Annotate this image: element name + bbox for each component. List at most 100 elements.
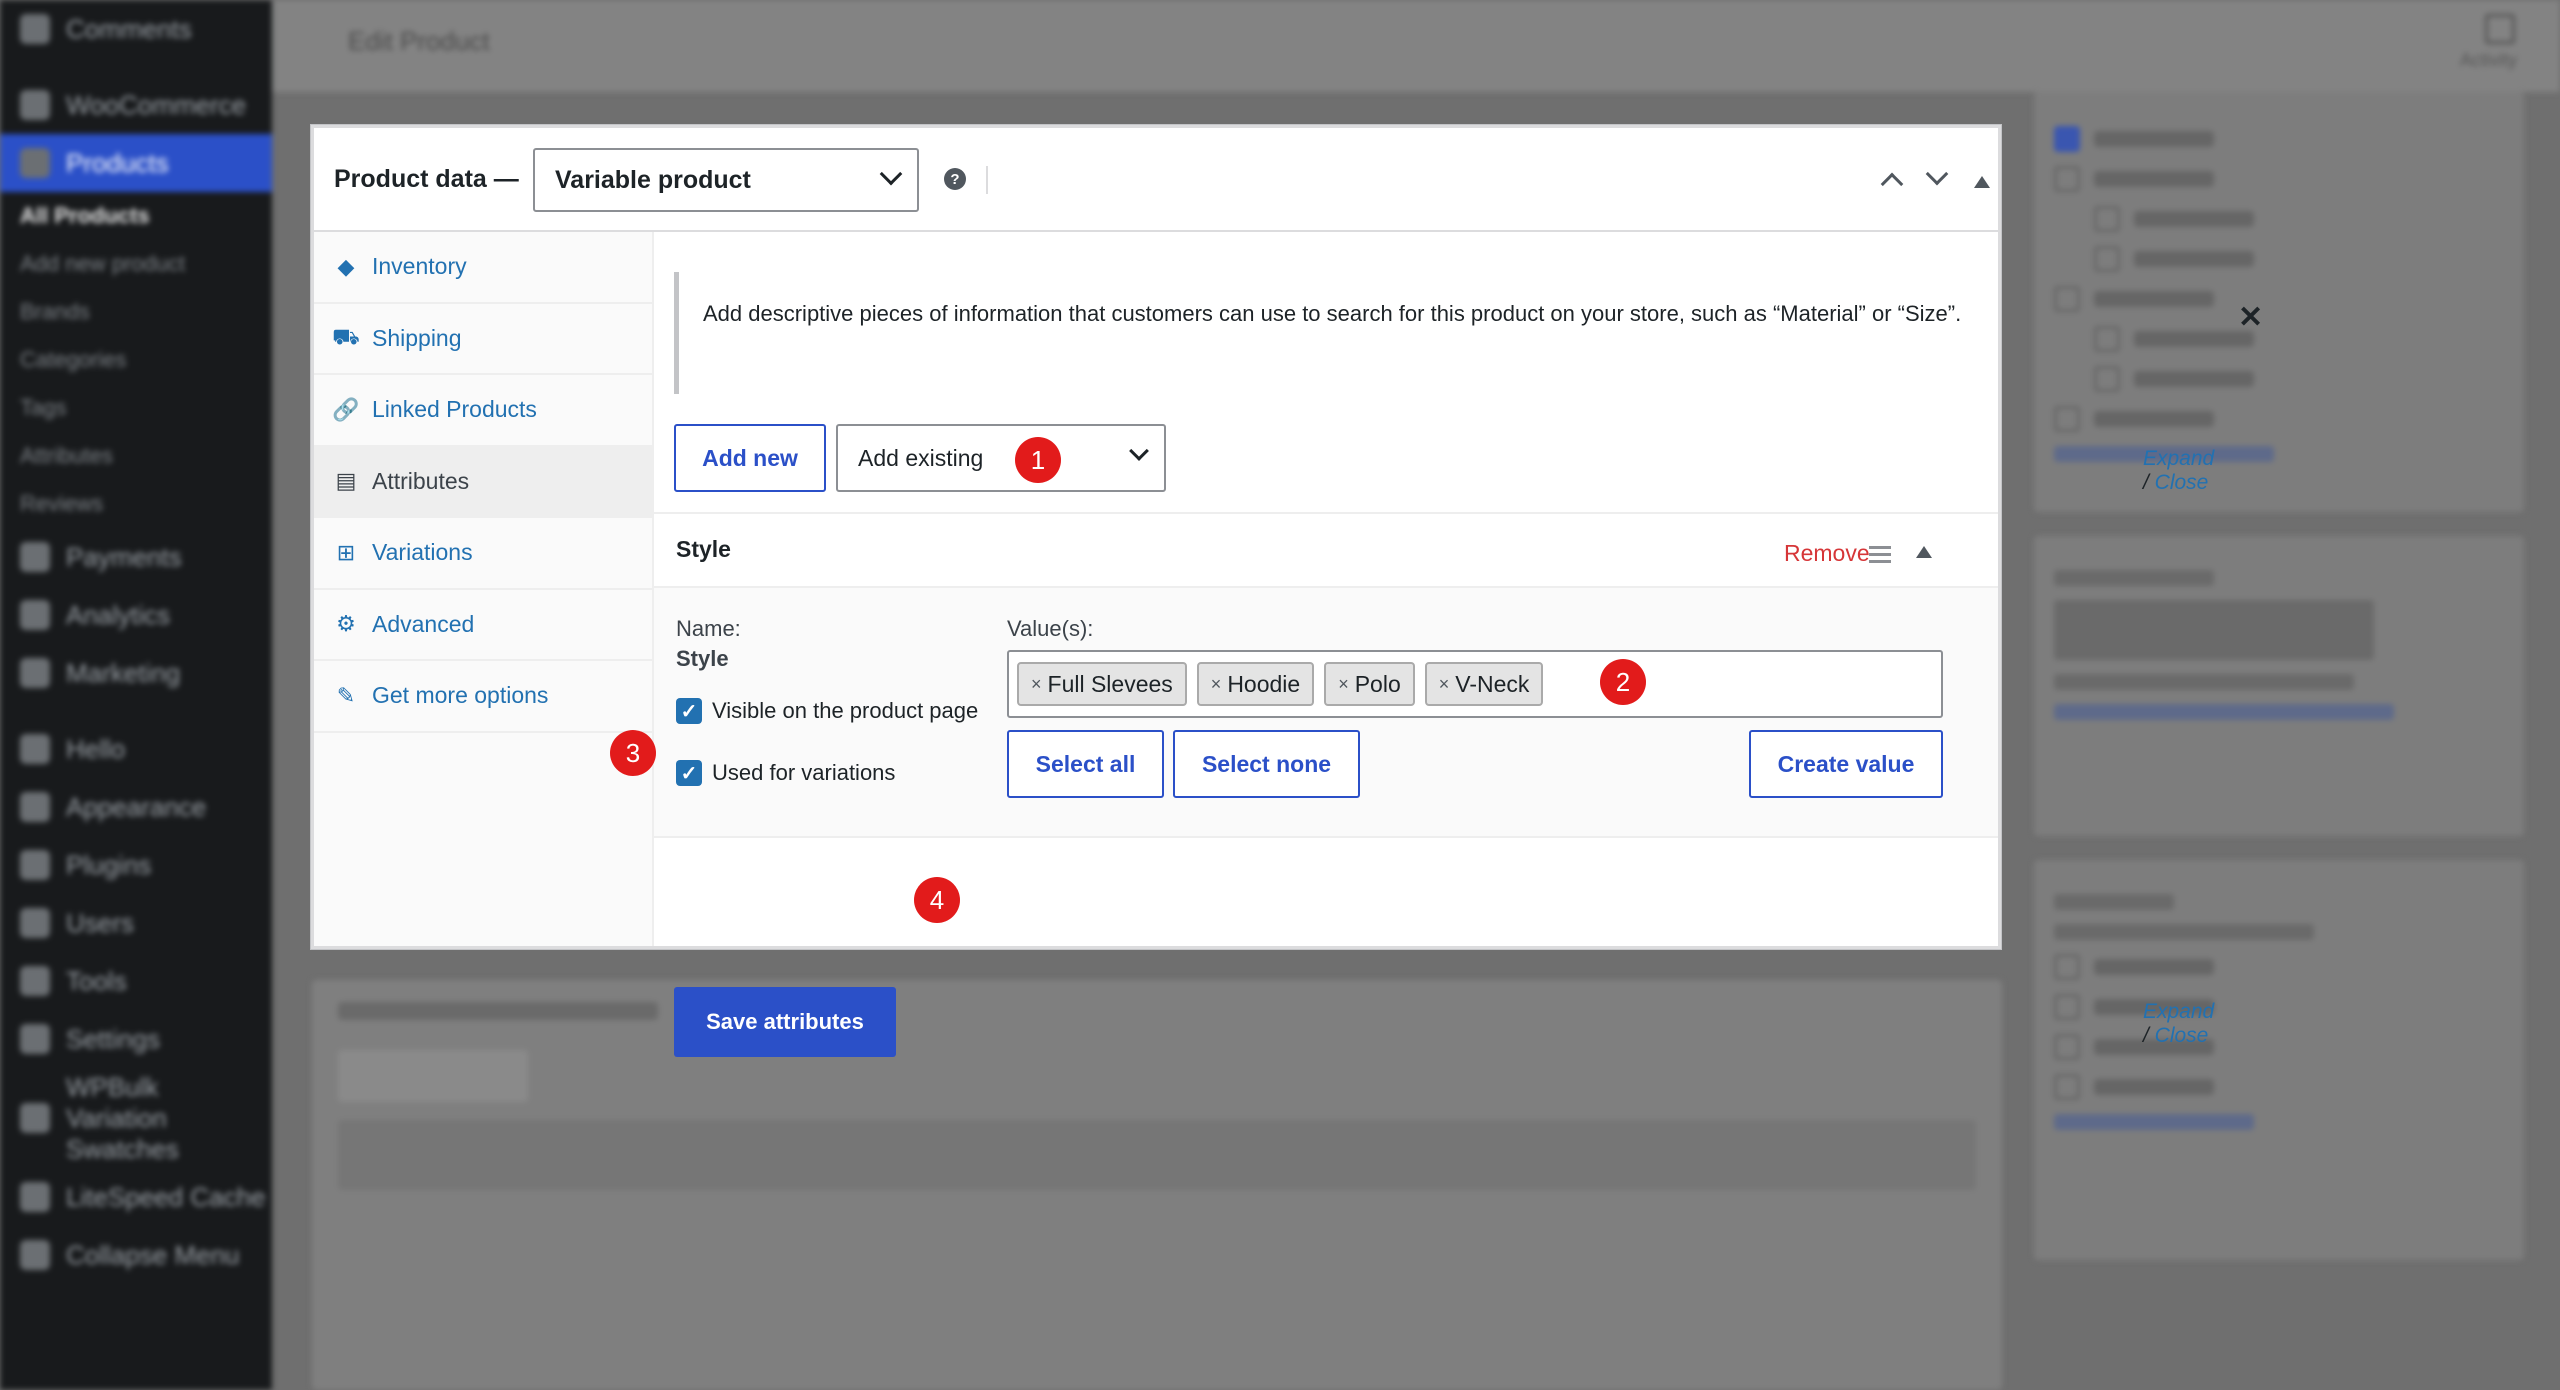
tab-attributes[interactable]: ▤ Attributes (314, 446, 652, 518)
attribute-header-style[interactable]: Style Remove (654, 512, 1998, 588)
sidebar-sub-categories[interactable]: Categories (0, 336, 272, 384)
sidebar-sub-attributes[interactable]: Attributes (0, 432, 272, 480)
page-title: Edit Product (348, 26, 490, 56)
sidebar-item-hello[interactable]: Hello (0, 720, 272, 778)
sidebar-item-collapse[interactable]: Collapse Menu (0, 1226, 272, 1284)
close-link[interactable]: Close (2155, 471, 2209, 494)
admin-topbar: Edit Product Activity (272, 0, 2560, 92)
name-label: Name: (676, 616, 741, 641)
add-existing-select[interactable]: Add existing (836, 424, 1166, 492)
sidebar-item-analytics[interactable]: Analytics (0, 586, 272, 644)
sidebar-item-appearance[interactable]: Appearance (0, 778, 272, 836)
close-icon[interactable]: ✕ (2238, 300, 2263, 335)
plugin-icon: ✎ (336, 682, 356, 708)
drag-handle-icon[interactable] (1869, 546, 1891, 567)
used-for-variations-checkbox[interactable]: ✓ Used for variations (676, 760, 895, 786)
sidebar-item-tools[interactable]: Tools (0, 952, 272, 1010)
sidebar-sub-add-new[interactable]: Add new product (0, 240, 272, 288)
header-divider (986, 166, 988, 194)
value-chip[interactable]: × Hoodie (1196, 662, 1315, 706)
tools-icon (20, 966, 50, 996)
save-attributes-button[interactable]: Save attributes (674, 987, 896, 1057)
sidebar-item-marketing[interactable]: Marketing (0, 644, 272, 702)
tab-inventory[interactable]: ◆ Inventory (314, 232, 652, 304)
remove-chip-icon[interactable]: × (1211, 674, 1222, 695)
comments-icon (20, 14, 50, 44)
remove-chip-icon[interactable]: × (1439, 674, 1450, 695)
value-chip[interactable]: × Full Slevees (1017, 662, 1187, 706)
help-icon[interactable]: ? (944, 168, 966, 190)
create-value-button[interactable]: Create value (1749, 730, 1943, 798)
expand-link[interactable]: Expand (2143, 1000, 2214, 1023)
value-chip[interactable]: × V-Neck (1424, 662, 1544, 706)
product-data-header: Product data — Variable product ? (314, 128, 1998, 232)
move-up-icon[interactable] (1880, 172, 1904, 196)
tab-get-more-options[interactable]: ✎ Get more options (314, 661, 652, 733)
sidebar-item-products[interactable]: Products (0, 134, 272, 192)
collapse-attribute-icon[interactable] (1916, 546, 1932, 558)
flag-icon (2485, 14, 2515, 44)
analytics-icon (20, 600, 50, 630)
payments-icon (20, 542, 50, 572)
chevron-down-icon (879, 162, 903, 186)
values-input[interactable]: × Full Slevees × Hoodie × Polo × V-Neck (1007, 650, 1943, 718)
tab-advanced[interactable]: ⚙ Advanced (314, 590, 652, 661)
sidebar-sub-brands[interactable]: Brands (0, 288, 272, 336)
value-chip[interactable]: × Polo (1324, 662, 1415, 706)
product-data-title: Product data — (334, 164, 519, 193)
tab-variations[interactable]: ⊞ Variations (314, 518, 652, 590)
sidebar-sub-tags[interactable]: Tags (0, 384, 272, 432)
activity-button[interactable]: Activity (2460, 14, 2540, 74)
sidebar-item-woocommerce[interactable]: WooCommerce (0, 76, 272, 134)
sidebar-item-payments[interactable]: Payments (0, 528, 272, 586)
remove-chip-icon[interactable]: × (1338, 674, 1349, 695)
product-type-select[interactable]: Variable product (533, 148, 919, 212)
users-icon (20, 908, 50, 938)
checkbox-checked-icon[interactable]: ✓ (676, 760, 702, 786)
litespeed-icon (20, 1182, 50, 1212)
product-data-tabs: ◆ Inventory ⛟ Shipping 🔗 Linked Products ▤ A… (314, 232, 654, 946)
link-icon: 🔗 (332, 396, 360, 422)
chevron-down-icon (1129, 441, 1149, 461)
sidebar-sub-reviews[interactable]: Reviews (0, 480, 272, 528)
select-none-button[interactable]: Select none (1173, 730, 1360, 798)
step-badge-4: 4 (914, 877, 960, 923)
move-down-icon[interactable] (1925, 162, 1949, 186)
checkbox-checked-icon[interactable]: ✓ (676, 698, 702, 724)
attribute-body: Name: Style Value(s): × Full Slevees × Hoo… (654, 588, 1998, 838)
add-new-button[interactable]: Add new (674, 424, 826, 492)
collapse-icon (20, 1240, 50, 1270)
sidebar-item-wpbulk-swatches[interactable]: WPBulk Variation Swatches (0, 1068, 272, 1168)
remove-attribute-link[interactable]: Remove (1784, 540, 1870, 567)
attribute-title: Style (676, 536, 731, 562)
select-all-button[interactable]: Select all (1007, 730, 1164, 798)
product-data-panel: Product data — Variable product ? ◆ Inven… (311, 125, 2263, 1057)
step-badge-3: 3 (610, 730, 656, 776)
sidebar-item-litespeed[interactable]: LiteSpeed Cache (0, 1168, 272, 1226)
tab-shipping[interactable]: ⛟ Shipping (314, 304, 652, 375)
categories-panel (2034, 92, 2524, 512)
gear-icon: ⚙ (336, 611, 356, 637)
sidebar-item-plugins[interactable]: Plugins (0, 836, 272, 894)
sidebar-item-comments[interactable]: Comments (0, 0, 272, 58)
sidebar-item-users[interactable]: Users (0, 894, 272, 952)
name-value: Style (676, 646, 729, 671)
expand-link[interactable]: Expand (2143, 447, 2214, 470)
brands-panel (2034, 860, 2524, 1260)
sidebar-item-settings[interactable]: Settings (0, 1010, 272, 1068)
visible-on-page-checkbox[interactable]: ✓ Visible on the product page (676, 698, 978, 724)
right-sidebar-panels (2034, 92, 2524, 1284)
sidebar-sub-all-products[interactable]: All Products (0, 192, 272, 240)
plugins-icon (20, 850, 50, 880)
expand-close-links-top: Expand / Close (2143, 447, 2215, 494)
close-link[interactable]: Close (2155, 1024, 2209, 1047)
product-tags-panel (2034, 536, 2524, 836)
truck-icon: ⛟ (332, 323, 360, 349)
marketing-icon (20, 658, 50, 688)
collapse-toggle-icon[interactable] (1974, 176, 1990, 188)
grid-icon: ⊞ (336, 539, 356, 565)
tab-linked-products[interactable]: 🔗 Linked Products (314, 375, 652, 447)
settings-icon (20, 1024, 50, 1054)
swatches-icon (20, 1103, 50, 1133)
remove-chip-icon[interactable]: × (1031, 674, 1042, 695)
